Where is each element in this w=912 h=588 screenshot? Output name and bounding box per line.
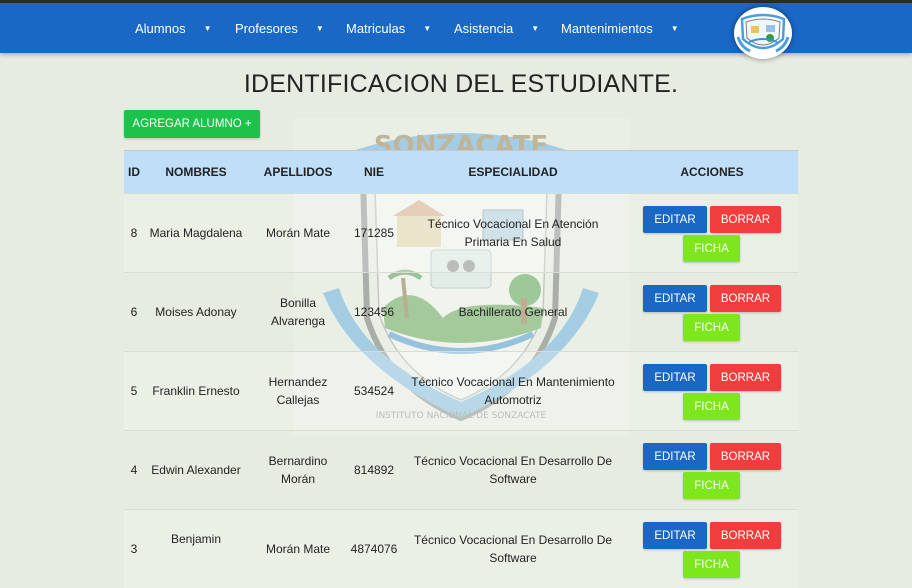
table-header: ID NOMBRES APELLIDOS NIE ESPECIALIDAD AC… xyxy=(124,150,798,193)
school-logo-icon xyxy=(736,13,790,53)
table-row: 6 Moises Adonay Bonilla Alvarenga 123456… xyxy=(124,272,798,351)
cell-apellidos: Bonilla Alvarenga xyxy=(270,296,326,328)
cell-apellidos: Morán Mate xyxy=(265,226,331,240)
edit-button[interactable]: EDITAR xyxy=(643,522,707,549)
cell-nie: 171285 xyxy=(353,226,395,240)
edit-button[interactable]: EDITAR xyxy=(643,364,707,391)
cell-id: 3 xyxy=(130,542,138,556)
cell-id: 8 xyxy=(130,226,138,240)
table-row: 3 Benjamin Morán Mate 4874076 Técnico Vo… xyxy=(124,509,798,588)
table-row: 4 Edwin Alexander Bernardino Morán 81489… xyxy=(124,430,798,509)
table-row: 5 Franklin Ernesto Hernandez Callejas 53… xyxy=(124,351,798,430)
nav-profesores-label: Profesores xyxy=(235,20,298,36)
delete-button[interactable]: BORRAR xyxy=(710,206,781,233)
nav-profesores[interactable]: Profesores ▼ xyxy=(235,3,324,53)
nav-matriculas[interactable]: Matriculas ▼ xyxy=(346,3,431,53)
nav-mantenimientos-label: Mantenimientos xyxy=(561,20,653,36)
nav-mantenimientos[interactable]: Mantenimientos ▼ xyxy=(561,3,679,53)
edit-button[interactable]: EDITAR xyxy=(643,443,707,470)
add-student-button[interactable]: AGREGAR ALUMNO + xyxy=(124,110,260,138)
chevron-down-icon: ▼ xyxy=(423,23,432,33)
delete-button[interactable]: BORRAR xyxy=(710,443,781,470)
cell-especialidad: Bachillerato General xyxy=(458,305,568,319)
nav-alumnos[interactable]: Alumnos ▼ xyxy=(135,3,212,53)
chevron-down-icon: ▼ xyxy=(203,23,212,33)
ficha-button[interactable]: FICHA xyxy=(683,551,740,578)
top-navbar: Alumnos ▼ Profesores ▼ Matriculas ▼ Asis… xyxy=(0,3,912,59)
cell-nie: 814892 xyxy=(353,463,395,477)
cell-nombres: Franklin Ernesto xyxy=(152,384,240,398)
cell-nie: 534524 xyxy=(353,384,395,398)
cell-nombres: Edwin Alexander xyxy=(151,463,241,477)
nav-asistencia-label: Asistencia xyxy=(454,20,514,36)
cell-nombres: Moises Adonay xyxy=(155,305,237,319)
cell-nombres: Benjamin xyxy=(170,532,222,546)
header-id: ID xyxy=(128,165,140,179)
ficha-button[interactable]: FICHA xyxy=(683,393,740,420)
ficha-button[interactable]: FICHA xyxy=(683,235,740,262)
cell-apellidos: Morán Mate xyxy=(265,542,331,556)
cell-especialidad: Técnico Vocacional En Atención Primaria … xyxy=(427,217,599,249)
edit-button[interactable]: EDITAR xyxy=(643,285,707,312)
cell-nombres: Maria Magdalena xyxy=(149,226,243,240)
cell-nie: 4874076 xyxy=(350,542,398,556)
cell-especialidad: Técnico Vocacional En Desarrollo De Soft… xyxy=(413,454,613,486)
chevron-down-icon: ▼ xyxy=(315,23,324,33)
delete-button[interactable]: BORRAR xyxy=(710,285,781,312)
header-acciones: ACCIONES xyxy=(680,165,744,179)
header-nombres: NOMBRES xyxy=(165,165,227,179)
header-especialidad: ESPECIALIDAD xyxy=(468,165,558,179)
nav-asistencia[interactable]: Asistencia ▼ xyxy=(454,3,539,53)
nav-matriculas-label: Matriculas xyxy=(346,20,406,36)
delete-button[interactable]: BORRAR xyxy=(710,522,781,549)
cell-apellidos: Hernandez Callejas xyxy=(268,375,328,407)
cell-id: 4 xyxy=(130,463,138,477)
ficha-button[interactable]: FICHA xyxy=(683,314,740,341)
edit-button[interactable]: EDITAR xyxy=(643,206,707,233)
cell-apellidos: Bernardino Morán xyxy=(268,454,328,486)
school-logo[interactable] xyxy=(734,7,792,59)
cell-id: 5 xyxy=(130,384,138,398)
cell-especialidad: Técnico Vocacional En Desarrollo De Soft… xyxy=(413,533,613,565)
page-title: IDENTIFICACION DEL ESTUDIANTE. xyxy=(243,70,679,98)
delete-button[interactable]: BORRAR xyxy=(710,364,781,391)
cell-nie: 123456 xyxy=(353,305,395,319)
header-apellidos: APELLIDOS xyxy=(263,165,333,179)
chevron-down-icon: ▼ xyxy=(670,23,679,33)
chevron-down-icon: ▼ xyxy=(531,23,540,33)
cell-id: 6 xyxy=(130,305,138,319)
ficha-button[interactable]: FICHA xyxy=(683,472,740,499)
students-table: ID NOMBRES APELLIDOS NIE ESPECIALIDAD AC… xyxy=(124,150,798,588)
nav-alumnos-label: Alumnos xyxy=(135,20,186,36)
cell-especialidad: Técnico Vocacional En Mantenimiento Auto… xyxy=(411,375,615,407)
table-row: 8 Maria Magdalena Morán Mate 171285 Técn… xyxy=(124,193,798,272)
header-nie: NIE xyxy=(363,165,384,179)
